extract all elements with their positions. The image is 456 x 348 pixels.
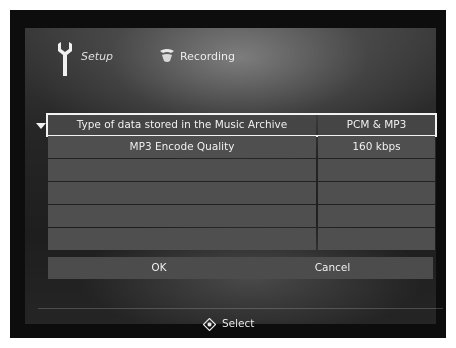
setting-value — [318, 159, 435, 181]
setting-value: PCM & MP3 — [318, 115, 435, 135]
setting-row-empty — [48, 205, 435, 227]
setting-row-data-type[interactable]: Type of data stored in the Music Archive… — [46, 113, 437, 137]
wrench-icon — [58, 42, 72, 76]
setting-row-empty — [48, 228, 435, 250]
cancel-button[interactable]: Cancel — [270, 257, 395, 279]
setting-label — [48, 228, 316, 250]
dialog-buttons: OK Cancel — [48, 257, 433, 279]
select-hint: Select — [203, 316, 254, 332]
footer-divider — [38, 308, 443, 309]
select-hint-label: Select — [222, 318, 255, 330]
recording-title: Recording — [180, 50, 236, 63]
setting-value — [318, 182, 435, 204]
dpad-select-icon — [203, 317, 216, 331]
setting-label — [48, 182, 316, 204]
ok-button[interactable]: OK — [48, 257, 270, 279]
setting-label — [48, 159, 316, 181]
setting-label — [48, 205, 316, 227]
recording-icon — [160, 49, 174, 62]
setting-label: MP3 Encode Quality — [48, 136, 316, 158]
setting-value — [318, 228, 435, 250]
setting-value — [318, 205, 435, 227]
setup-title: Setup — [81, 50, 114, 63]
setting-row-empty — [48, 159, 435, 181]
scroll-down-icon — [36, 123, 46, 129]
setting-row-empty — [48, 182, 435, 204]
setting-row-encode-quality[interactable]: MP3 Encode Quality 160 kbps — [48, 136, 435, 158]
setting-label: Type of data stored in the Music Archive — [48, 115, 316, 135]
setting-value: 160 kbps — [318, 136, 435, 158]
